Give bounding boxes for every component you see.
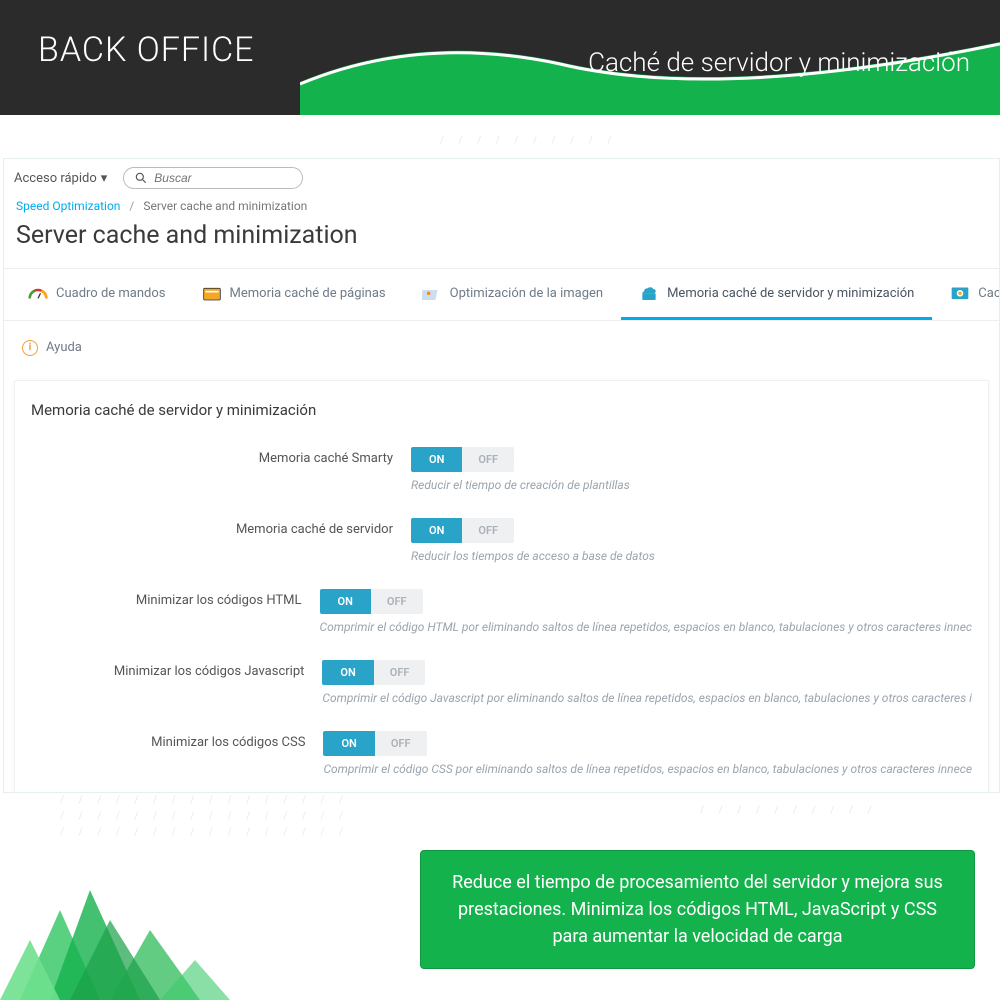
setting-label: Memoria caché Smarty <box>31 447 411 466</box>
setting-row-min-js: Minimizar los códigos Javascript ON OFF … <box>31 660 972 705</box>
toggle-min-css[interactable]: ON OFF <box>323 731 426 756</box>
search-icon <box>134 171 148 185</box>
breadcrumb-root[interactable]: Speed Optimization <box>16 199 120 213</box>
quick-access-dropdown[interactable]: Acceso rápido ▾ <box>14 171 107 186</box>
settings-card: Memoria caché de servidor y minimización… <box>14 380 989 794</box>
banner-subtitle: Caché de servidor y minimización <box>588 48 970 78</box>
toggle-on: ON <box>323 731 374 756</box>
banner: BACK OFFICE Caché de servidor y minimiza… <box>0 0 1000 115</box>
toggle-off: OFF <box>462 447 514 472</box>
setting-hint: Reducir los tiempos de acceso a base de … <box>411 549 972 563</box>
admin-panel: Acceso rápido ▾ Speed Optimization / Ser… <box>3 158 1000 793</box>
setting-row-min-css: Minimizar los códigos CSS ON OFF Comprim… <box>31 731 972 776</box>
quick-access-label: Acceso rápido <box>14 171 97 186</box>
toggle-off: OFF <box>462 518 514 543</box>
setting-label: Memoria caché de servidor <box>31 518 411 537</box>
tab-browser-cache[interactable]: Caché d <box>932 269 1000 320</box>
page-cache-icon <box>202 285 222 301</box>
tab-image-opt[interactable]: Optimización de la imagen <box>404 269 621 320</box>
help-label: Ayuda <box>46 340 82 355</box>
gauge-icon <box>28 285 48 301</box>
setting-row-server-cache: Memoria caché de servidor ON OFF Reducir… <box>31 518 972 563</box>
toggle-on: ON <box>411 447 462 472</box>
image-opt-icon <box>422 285 442 301</box>
crystal-decoration <box>0 850 260 1000</box>
breadcrumb-current: Server cache and minimization <box>143 199 307 213</box>
toggle-min-js[interactable]: ON OFF <box>322 660 425 685</box>
help-row: i Ayuda <box>4 321 999 370</box>
tab-dashboard[interactable]: Cuadro de mandos <box>10 269 184 320</box>
setting-label: Minimizar los códigos Javascript <box>31 660 322 679</box>
banner-title: BACK OFFICE <box>38 30 255 70</box>
tab-label: Caché d <box>978 286 1000 301</box>
search-input[interactable] <box>154 171 284 185</box>
toggle-on: ON <box>322 660 373 685</box>
breadcrumb-separator: / <box>129 199 134 213</box>
toggle-smarty-cache[interactable]: ON OFF <box>411 447 514 472</box>
breadcrumb: Speed Optimization / Server cache and mi… <box>4 197 999 215</box>
toggle-min-html[interactable]: ON OFF <box>320 589 423 614</box>
tab-label: Memoria caché de páginas <box>230 286 386 301</box>
description-callout: Reduce el tiempo de procesamiento del se… <box>420 850 975 969</box>
toggle-off: OFF <box>375 731 427 756</box>
tab-page-cache[interactable]: Memoria caché de páginas <box>184 269 404 320</box>
setting-label: Minimizar los códigos HTML <box>31 589 320 608</box>
setting-hint: Reducir el tiempo de creación de plantil… <box>411 478 972 492</box>
tab-label: Memoria caché de servidor y minimización <box>667 286 914 301</box>
tab-label: Cuadro de mandos <box>56 286 166 301</box>
setting-hint: Comprimir el código CSS por eliminando s… <box>323 762 972 776</box>
help-link[interactable]: i Ayuda <box>22 340 82 356</box>
setting-hint: Comprimir el código HTML por eliminando … <box>320 620 972 634</box>
browser-cache-icon <box>950 285 970 301</box>
toggle-off: OFF <box>371 589 423 614</box>
page-title: Server cache and minimization <box>4 215 999 268</box>
toggle-server-cache[interactable]: ON OFF <box>411 518 514 543</box>
topbar: Acceso rápido ▾ <box>4 159 999 197</box>
server-cache-icon <box>639 285 659 301</box>
toggle-on: ON <box>320 589 371 614</box>
card-title: Memoria caché de servidor y minimización <box>31 401 972 419</box>
help-icon: i <box>22 340 38 356</box>
toggle-on: ON <box>411 518 462 543</box>
tab-label: Optimización de la imagen <box>450 286 603 301</box>
tabs: Cuadro de mandos Memoria caché de página… <box>4 268 999 321</box>
setting-row-min-html: Minimizar los códigos HTML ON OFF Compri… <box>31 589 972 634</box>
setting-label: Minimizar los códigos CSS <box>31 731 323 750</box>
toggle-off: OFF <box>374 660 426 685</box>
setting-hint: Comprimir el código Javascript por elimi… <box>322 691 972 705</box>
setting-row-smarty-cache: Memoria caché Smarty ON OFF Reducir el t… <box>31 447 972 492</box>
search-box[interactable] <box>123 167 303 189</box>
tab-server-cache[interactable]: Memoria caché de servidor y minimización <box>621 269 932 320</box>
chevron-down-icon: ▾ <box>101 171 108 186</box>
